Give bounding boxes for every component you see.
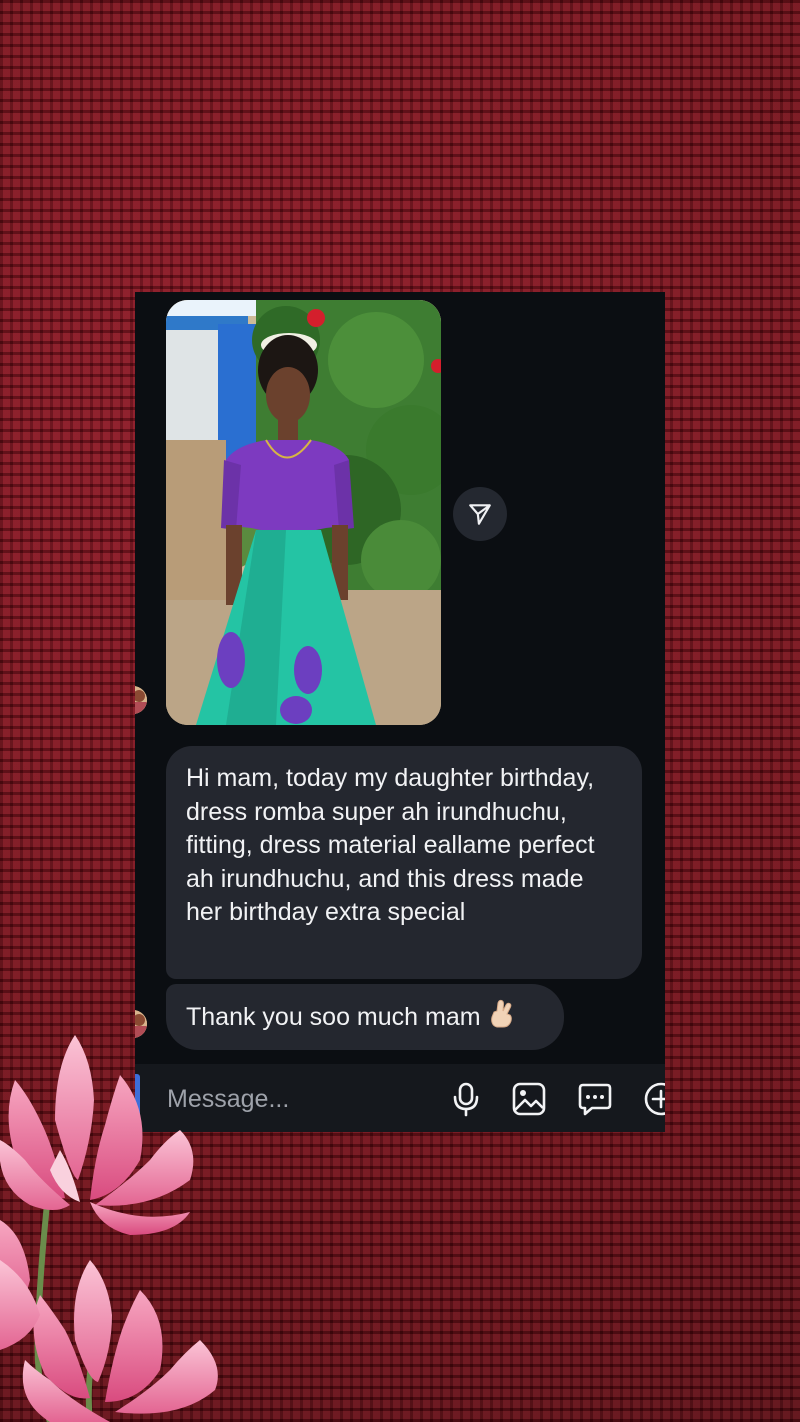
crossed-fingers-icon	[490, 999, 512, 1028]
girl-photo	[166, 300, 441, 725]
message-text: Thank you soo much mam	[186, 1003, 481, 1031]
sticker-icon[interactable]	[576, 1080, 614, 1118]
message-bubble[interactable]: Hi mam, today my daughter birthday, dres…	[166, 746, 642, 979]
lotus-flowers-decoration	[0, 1035, 218, 1422]
gallery-icon[interactable]	[510, 1080, 548, 1118]
avatar[interactable]	[135, 686, 147, 714]
shared-photo-message[interactable]	[166, 300, 441, 725]
chat-screenshot: Hi mam, today my daughter birthday, dres…	[135, 292, 665, 1132]
plus-icon[interactable]	[642, 1080, 665, 1118]
message-text: Hi mam, today my daughter birthday, dres…	[186, 764, 595, 926]
send-icon	[469, 504, 491, 525]
avatar-image	[135, 686, 147, 714]
microphone-icon[interactable]	[447, 1080, 485, 1118]
share-button[interactable]	[453, 487, 507, 541]
